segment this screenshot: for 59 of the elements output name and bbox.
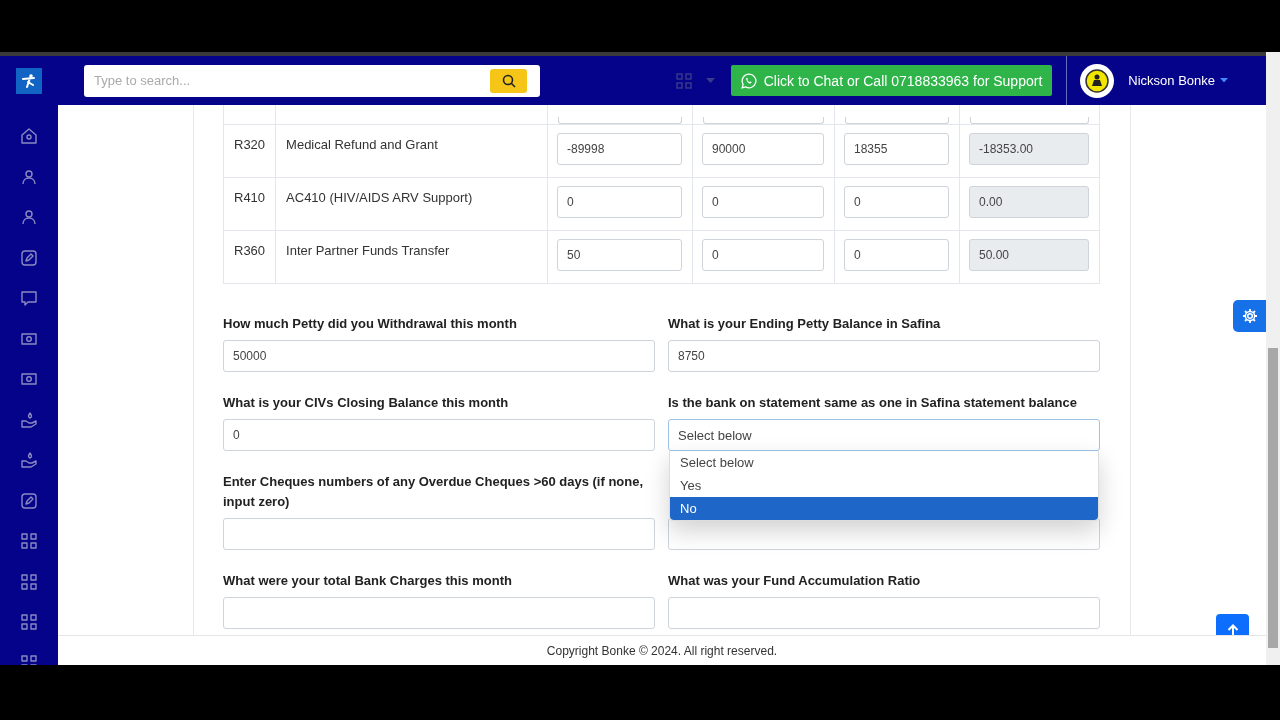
table-cell: R360 <box>223 230 276 284</box>
settings-button[interactable] <box>1233 300 1266 332</box>
input-field[interactable]: -89998 <box>557 133 682 165</box>
readonly-field[interactable]: -18353.00 <box>969 133 1089 165</box>
scrollbar[interactable] <box>1266 52 1280 665</box>
search-field[interactable]: Type to search... <box>84 64 540 97</box>
settings-icon <box>1241 308 1258 324</box>
field-label: What is your Ending Petty Balance in Safina <box>668 315 942 333</box>
input-field[interactable] <box>223 597 655 629</box>
table-cell: Medical Refund and Grant <box>275 124 548 178</box>
select-field[interactable]: Select below <box>668 419 1100 451</box>
user-icon[interactable] <box>20 208 38 226</box>
hand-drop-icon[interactable] <box>20 451 38 469</box>
input-field[interactable]: 18355 <box>844 133 949 165</box>
input-field[interactable]: 90000 <box>702 133 824 165</box>
whatsapp-icon <box>740 72 757 89</box>
chat-icon[interactable] <box>20 289 38 307</box>
input-field[interactable]: 8750 <box>668 340 1100 372</box>
input-field[interactable]: 50000 <box>223 340 655 372</box>
logo-icon[interactable] <box>16 67 42 94</box>
dropdown-option[interactable]: Yes <box>670 474 1098 497</box>
readonly-field[interactable]: 0.00 <box>969 186 1089 218</box>
input-field[interactable]: 0 <box>702 186 824 218</box>
field-label: What were your total Bank Charges this month <box>223 572 513 590</box>
table-cell: R320 <box>223 124 276 178</box>
dropdown-option[interactable]: No <box>670 497 1098 520</box>
grid-icon[interactable] <box>20 613 38 631</box>
dropdown-option[interactable]: Select below <box>670 451 1098 474</box>
user-name[interactable]: Nickson Bonke <box>1128 73 1215 88</box>
avatar[interactable] <box>1080 63 1115 98</box>
caret-icon[interactable] <box>1220 78 1228 83</box>
copyright-text: Copyright Bonke © 2024. All right reserved. <box>546 643 778 658</box>
table-cell: R410 <box>223 177 276 231</box>
grid-icon[interactable] <box>20 532 38 550</box>
readonly-field[interactable]: 50.00 <box>969 239 1089 271</box>
input-field[interactable]: 0 <box>844 186 949 218</box>
edit-icon[interactable] <box>20 491 38 510</box>
field-label: Is the bank on statement same as one in Safina statement balance <box>668 394 1078 412</box>
table-cell: AC410 (HIV/AIDS ARV Support) <box>275 177 548 231</box>
field-label: What was your Fund Accumulation Ratio <box>668 572 922 590</box>
input-field[interactable]: 0 <box>223 419 655 451</box>
edit-icon[interactable] <box>20 248 38 267</box>
input-field[interactable]: 0 <box>557 186 682 218</box>
search-button[interactable] <box>490 68 527 93</box>
user-icon[interactable] <box>20 167 38 186</box>
field-label: What is your CIVs Closing Balance this month <box>223 394 510 412</box>
field-label: How much Petty did you Withdrawal this month <box>223 315 518 333</box>
hand-drop-icon[interactable] <box>20 410 38 429</box>
input-field[interactable] <box>668 597 1100 629</box>
input-field[interactable] <box>223 518 655 550</box>
grid-icon[interactable] <box>20 572 38 591</box>
home-icon[interactable] <box>20 127 38 145</box>
input-field[interactable]: 50 <box>557 239 682 271</box>
banknote-icon[interactable] <box>20 370 38 388</box>
search-icon <box>501 73 516 88</box>
field-label: Enter Cheques numbers of any Overdue Cheques >60 days (if none, input zero) <box>223 473 645 511</box>
table-cell: Inter Partner Funds Transfer <box>275 230 548 284</box>
input-field[interactable]: 0 <box>844 239 949 271</box>
input-field[interactable]: 0 <box>702 239 824 271</box>
